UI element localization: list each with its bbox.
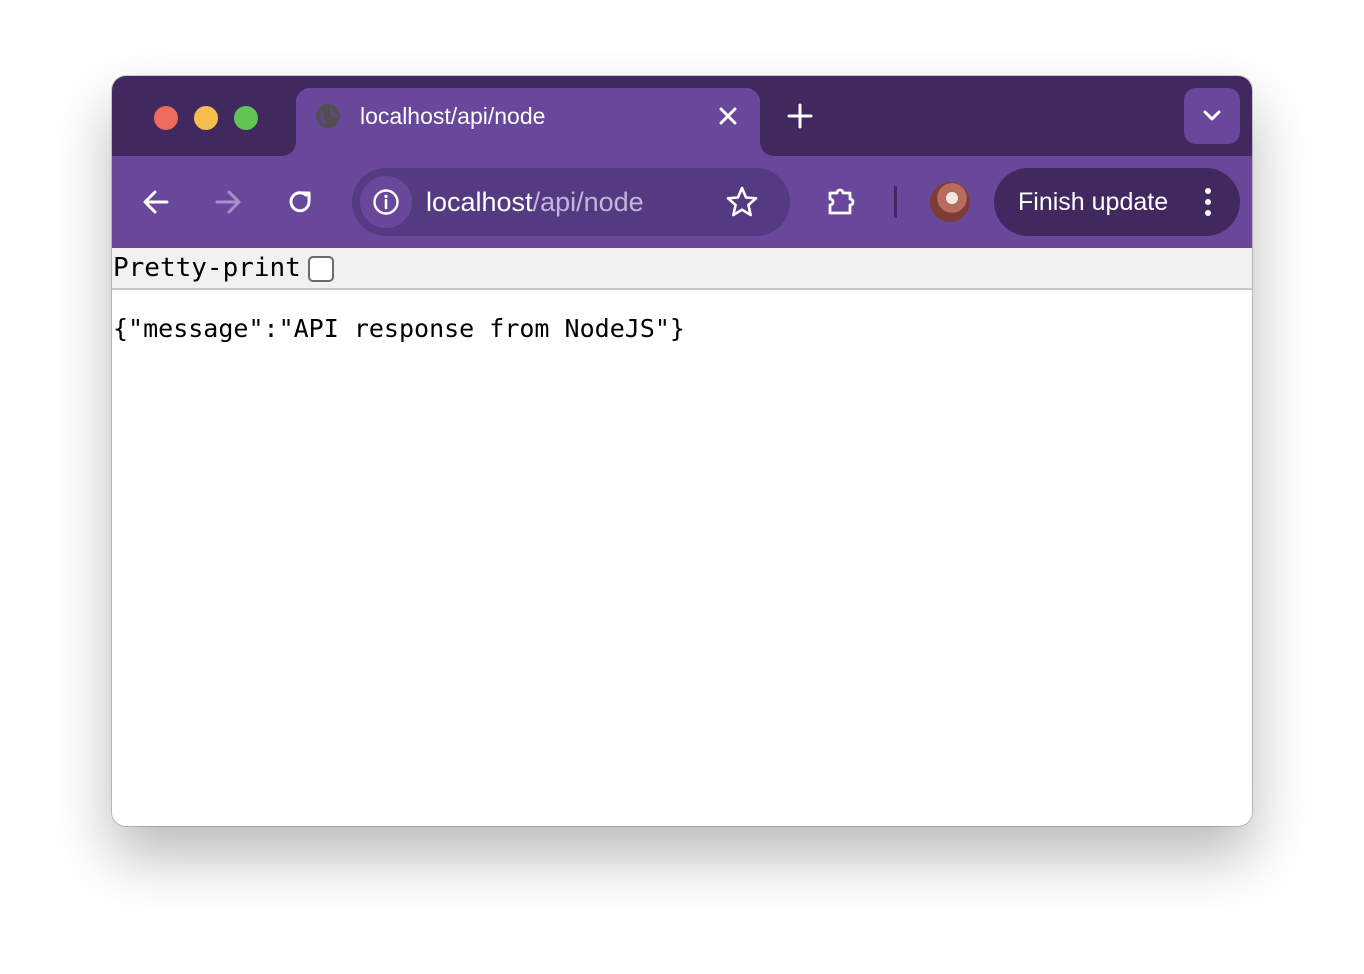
tab-localhost-api-node[interactable]: localhost/api/node [296, 88, 760, 156]
pretty-print-bar: Pretty-print [112, 248, 1252, 290]
url-host: localhost [426, 187, 533, 217]
chevron-down-icon [1203, 110, 1221, 121]
window-minimize-button[interactable] [194, 106, 218, 130]
close-icon[interactable] [714, 102, 742, 130]
star-icon[interactable] [724, 184, 760, 220]
forward-button[interactable] [210, 184, 246, 220]
site-info-button[interactable] [360, 176, 412, 228]
globe-icon [314, 102, 342, 130]
tab-title: localhost/api/node [360, 103, 546, 129]
browser-window: localhost/api/node localhost/api/node Fi… [112, 76, 1252, 826]
plus-icon[interactable] [784, 100, 816, 132]
address-bar[interactable]: localhost/api/node [352, 168, 790, 236]
pretty-print-checkbox[interactable] [308, 256, 334, 282]
tab-search-button[interactable] [1184, 88, 1240, 144]
url-path: /api/node [532, 187, 644, 217]
avatar[interactable] [930, 182, 970, 222]
arrow-left-icon [143, 190, 169, 214]
reload-button[interactable] [282, 184, 318, 220]
reload-icon [289, 191, 311, 213]
arrow-right-icon [215, 190, 241, 214]
vertical-dots-icon[interactable] [1198, 186, 1218, 218]
toolbar-divider [894, 186, 897, 218]
puzzle-icon [828, 188, 855, 215]
window-maximize-button[interactable] [234, 106, 258, 130]
info-icon [373, 189, 399, 215]
url-text[interactable]: localhost/api/node [426, 186, 644, 218]
json-response-text: {"message":"API response from NodeJS"} [113, 314, 685, 343]
page-content: Pretty-print {"message":"API response fr… [112, 248, 1252, 826]
finish-update-label: Finish update [1018, 188, 1169, 216]
browser-toolbar: localhost/api/node Finish update [112, 156, 1252, 248]
finish-update-button[interactable]: Finish update [994, 168, 1240, 236]
back-button[interactable] [138, 184, 174, 220]
pretty-print-label: Pretty-print [113, 253, 301, 283]
tab-strip: localhost/api/node [112, 76, 1252, 156]
window-close-button[interactable] [154, 106, 178, 130]
extensions-button[interactable] [824, 184, 860, 220]
